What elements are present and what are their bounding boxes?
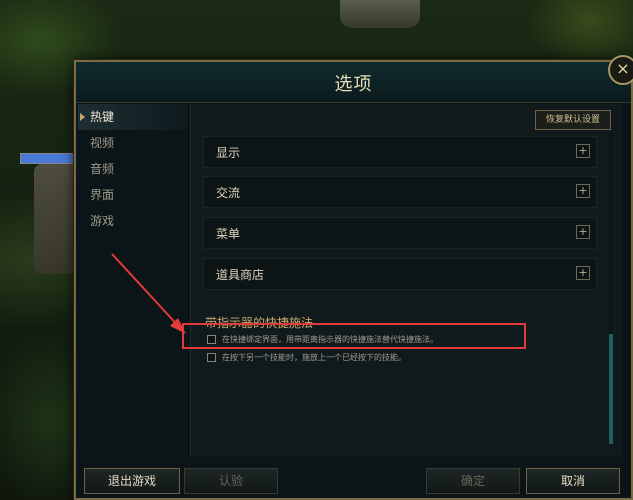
annotation-arrow — [111, 253, 186, 334]
